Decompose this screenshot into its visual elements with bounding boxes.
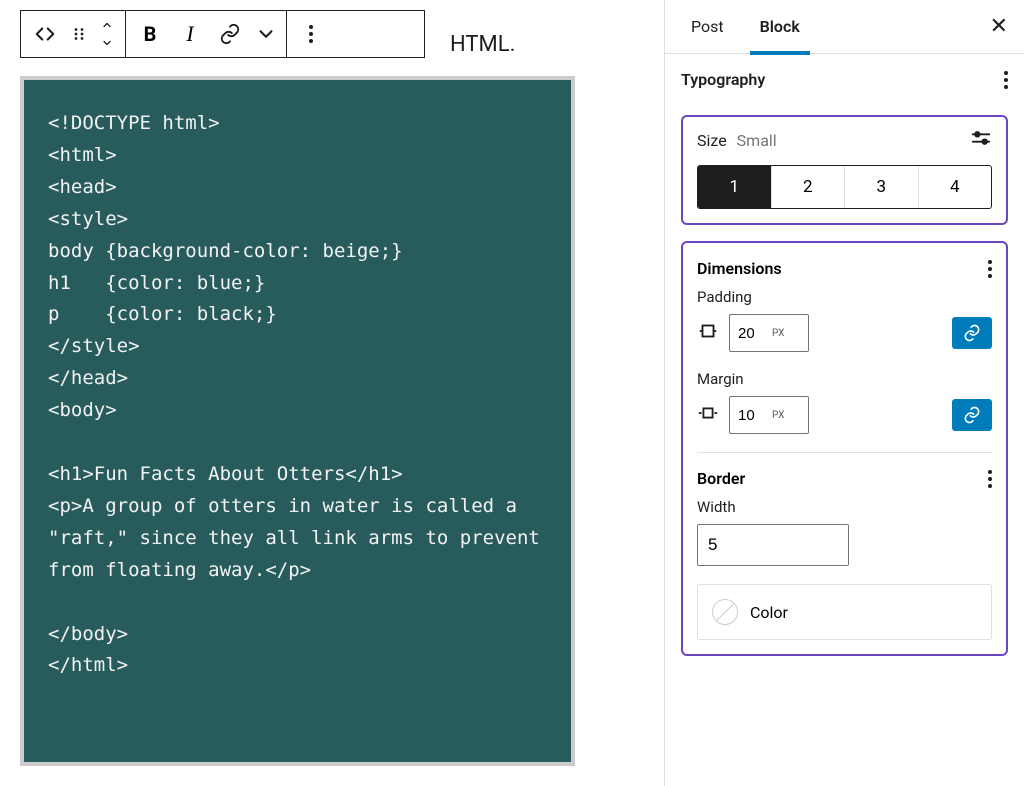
typography-panel-header: Typography	[665, 54, 1024, 111]
html-code-block[interactable]: <!DOCTYPE html> <html> <head> <style> bo…	[20, 76, 575, 766]
padding-sides-icon[interactable]	[697, 320, 719, 346]
border-width-label: Width	[697, 498, 992, 516]
tab-block[interactable]: Block	[750, 0, 810, 54]
size-option-4[interactable]: 4	[919, 166, 992, 208]
more-formatting-button[interactable]	[250, 11, 282, 57]
tab-post[interactable]: Post	[681, 0, 734, 54]
move-up-down	[93, 11, 121, 57]
typography-size-box: Size Small 1 2 3 4	[681, 115, 1008, 225]
move-down-button[interactable]	[99, 34, 115, 52]
size-label: Size	[697, 131, 727, 150]
block-toolbar: B I	[20, 10, 425, 58]
typography-title: Typography	[681, 70, 765, 89]
margin-sides-icon[interactable]	[697, 402, 719, 428]
editor-area: B I HTML. <!DOCTYPE html> <html> <head> …	[0, 0, 664, 786]
html-block-icon[interactable]	[25, 11, 65, 57]
padding-label: Padding	[697, 288, 992, 306]
border-color-label: Color	[750, 603, 788, 622]
custom-size-button[interactable]	[970, 127, 992, 153]
sidebar-tabs: Post Block ✕	[665, 0, 1024, 54]
margin-input[interactable]	[730, 407, 772, 424]
bold-button[interactable]: B	[130, 11, 170, 57]
padding-input[interactable]	[730, 325, 772, 342]
link-button[interactable]	[210, 11, 250, 57]
padding-link-button[interactable]	[952, 317, 992, 349]
italic-button[interactable]: I	[170, 11, 210, 57]
margin-field: Margin PX	[697, 370, 992, 434]
border-width-input[interactable]	[698, 525, 849, 565]
size-button-group: 1 2 3 4	[697, 165, 992, 209]
move-up-button[interactable]	[99, 16, 115, 34]
margin-link-button[interactable]	[952, 399, 992, 431]
no-color-icon	[712, 599, 738, 625]
border-title: Border	[697, 469, 745, 488]
more-options-button[interactable]	[291, 11, 331, 57]
close-sidebar-button[interactable]: ✕	[990, 14, 1008, 39]
typography-options-button[interactable]	[1004, 71, 1008, 89]
border-color-row[interactable]: Color	[697, 584, 992, 640]
margin-input-wrapper: PX	[729, 396, 809, 434]
margin-label: Margin	[697, 370, 992, 388]
size-value: Small	[737, 131, 777, 150]
padding-field: Padding PX	[697, 288, 992, 352]
size-option-1[interactable]: 1	[698, 166, 772, 208]
dimensions-title: Dimensions	[697, 259, 782, 278]
size-option-3[interactable]: 3	[845, 166, 919, 208]
margin-unit[interactable]: PX	[772, 410, 790, 421]
padding-unit[interactable]: PX	[772, 328, 790, 339]
dimensions-border-box: Dimensions Padding PX Margin	[681, 241, 1008, 656]
ellipsis-vertical-icon	[309, 25, 313, 43]
dimensions-options-button[interactable]	[988, 260, 992, 278]
border-width-wrapper: PX	[697, 524, 849, 566]
trailing-text: HTML.	[450, 32, 515, 57]
settings-sidebar: Post Block ✕ Typography Size Small 1 2 3…	[664, 0, 1024, 786]
size-option-2[interactable]: 2	[772, 166, 846, 208]
drag-handle-icon[interactable]	[65, 11, 93, 57]
padding-input-wrapper: PX	[729, 314, 809, 352]
border-options-button[interactable]	[988, 470, 992, 488]
